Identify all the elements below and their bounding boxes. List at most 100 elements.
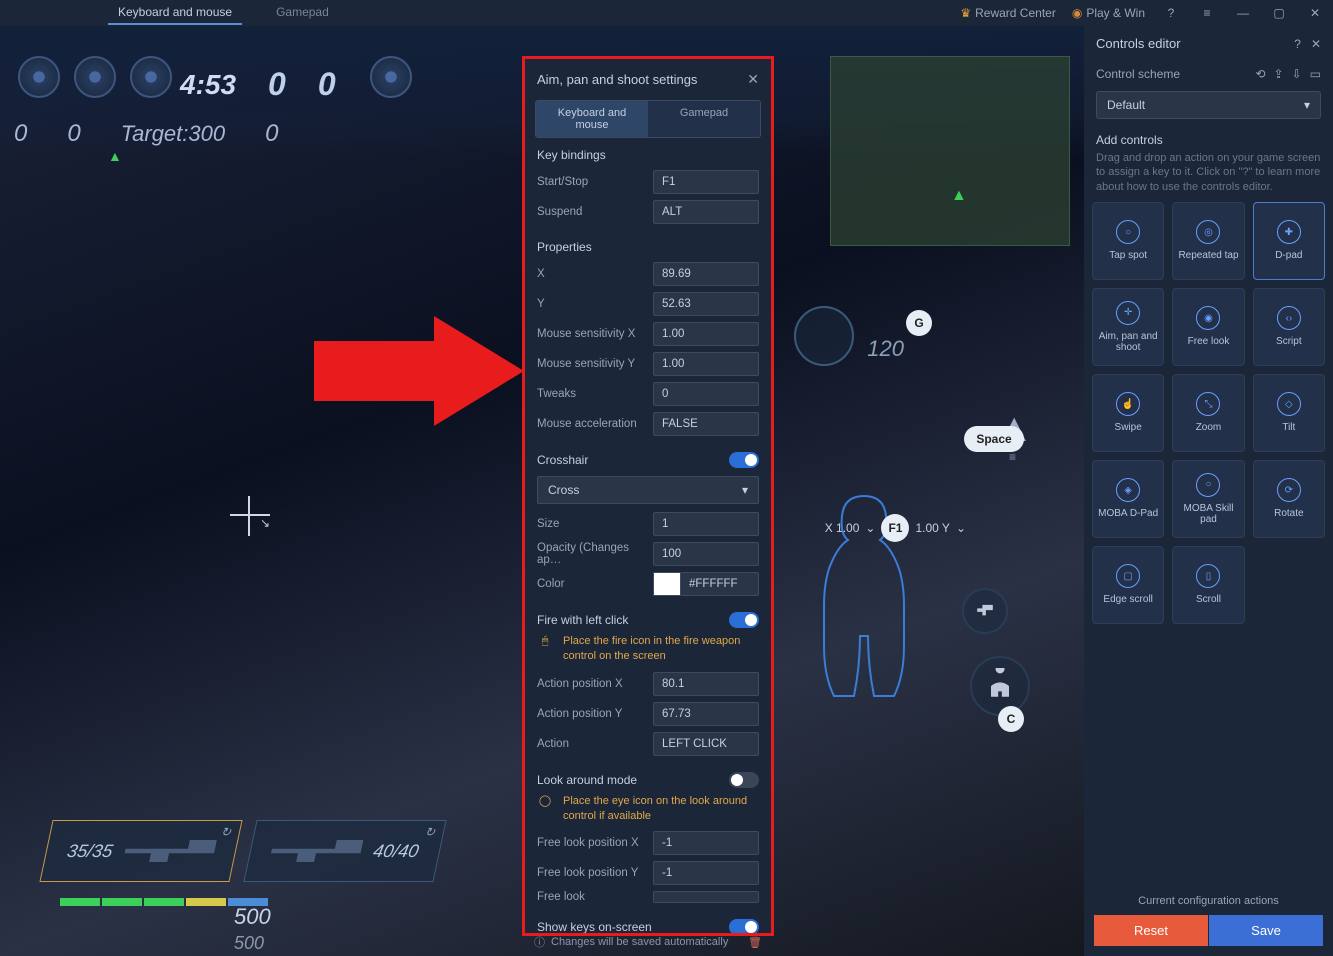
section-title: Properties xyxy=(537,240,759,254)
play-win-button[interactable]: ◉Play & Win xyxy=(1072,6,1145,20)
tile-repeated-tap[interactable]: ◎Repeated tap xyxy=(1172,202,1244,280)
folder-icon[interactable]: ▭ xyxy=(1310,67,1321,81)
action-pos-y-label: Action position Y xyxy=(537,708,645,720)
color-label: Color xyxy=(537,578,645,590)
game-button-circle[interactable] xyxy=(794,306,854,366)
save-button[interactable]: Save xyxy=(1209,915,1323,946)
tile-swipe[interactable]: ☝Swipe xyxy=(1092,374,1164,452)
mouse-sens-x-input[interactable]: 1.00 xyxy=(653,322,759,346)
crouch-button[interactable] xyxy=(970,656,1030,716)
scheme-select[interactable]: Default ▾ xyxy=(1096,91,1321,119)
tab-gamepad[interactable]: Gamepad xyxy=(266,1,339,25)
fire-toggle[interactable] xyxy=(729,612,759,628)
game-screen[interactable]: 4:53 0 0 0 0 Target:300 0 ▲ ↘ ▲ G 120 ▲ … xyxy=(0,26,1084,956)
tile-scroll[interactable]: ▯Scroll xyxy=(1172,546,1244,624)
menu-button[interactable]: ≡ xyxy=(1197,6,1217,20)
crosshair-type-select[interactable]: Cross▾ xyxy=(537,476,759,504)
tile-tap-spot[interactable]: ○Tap spot xyxy=(1092,202,1164,280)
tile-edge-scroll[interactable]: ▢Edge scroll xyxy=(1092,546,1164,624)
gun-icon xyxy=(269,840,364,862)
scheme-label: Control scheme xyxy=(1096,67,1255,81)
close-icon[interactable]: ✕ xyxy=(1311,37,1321,51)
crosshair-toggle[interactable] xyxy=(729,452,759,468)
action-pos-x-label: Action position X xyxy=(537,678,645,690)
chevron-down-icon: ▾ xyxy=(1304,98,1310,112)
tweaks-input[interactable]: 0 xyxy=(653,382,759,406)
add-controls-help: Drag and drop an action on your game scr… xyxy=(1084,151,1333,202)
size-input[interactable]: 1 xyxy=(653,512,759,536)
section-title: Crosshair xyxy=(537,453,729,467)
tile-dpad[interactable]: ✚D-pad xyxy=(1253,202,1325,280)
tile-tilt[interactable]: ◇Tilt xyxy=(1253,374,1325,452)
tile-free-look[interactable]: ◉Free look xyxy=(1172,288,1244,366)
aim-icon: ✛ xyxy=(1116,301,1140,325)
import-icon[interactable]: ⇩ xyxy=(1292,67,1302,81)
chevron-down-icon[interactable]: ⌄ xyxy=(865,521,875,535)
config-actions-label: Current configuration actions xyxy=(1094,895,1323,907)
team-score-left: 0 xyxy=(268,66,286,103)
start-stop-input[interactable]: F1 xyxy=(653,170,759,194)
modal-tab-keyboard[interactable]: Keyboard and mouse xyxy=(536,101,648,137)
size-label: Size xyxy=(537,518,645,530)
close-window-button[interactable]: ✕ xyxy=(1305,6,1325,20)
reset-button[interactable]: Reset xyxy=(1094,915,1208,946)
tile-zoom[interactable]: ⤡Zoom xyxy=(1172,374,1244,452)
footer-buttons: Reset Save xyxy=(1094,915,1323,946)
autosave-text: Changes will be saved automatically xyxy=(551,936,728,948)
modal-tab-gamepad[interactable]: Gamepad xyxy=(648,101,760,137)
minimize-button[interactable]: — xyxy=(1233,6,1253,20)
close-icon[interactable]: ✕ xyxy=(747,71,759,88)
section-keybindings: Key bindings Start/StopF1 SuspendALT xyxy=(525,138,771,224)
mouse-accel-label: Mouse acceleration xyxy=(537,418,645,430)
color-input[interactable]: #FFFFFF xyxy=(681,572,759,596)
titlebar-right: ♛Reward Center ◉Play & Win ? ≡ — ▢ ✕ xyxy=(960,6,1325,20)
aim-control-overlay[interactable]: X 1.00 ⌄ F1 1.00 Y ⌄ xyxy=(825,514,966,542)
chevron-down-icon[interactable]: ⌄ xyxy=(956,521,966,535)
stat-zero: 0 xyxy=(265,120,278,148)
action-pos-y-input[interactable]: 67.73 xyxy=(653,702,759,726)
color-swatch[interactable] xyxy=(653,572,681,596)
maximize-button[interactable]: ▢ xyxy=(1269,6,1289,20)
look-toggle[interactable] xyxy=(729,772,759,788)
tile-moba-dpad[interactable]: ◈MOBA D-Pad xyxy=(1092,460,1164,538)
opacity-input[interactable]: 100 xyxy=(653,542,759,566)
sync-icon[interactable]: ⟲ xyxy=(1255,67,1265,81)
action-input[interactable]: LEFT CLICK xyxy=(653,732,759,756)
crosshair-type-value: Cross xyxy=(548,483,579,497)
tile-label: MOBA Skill pad xyxy=(1177,503,1239,525)
freelook-y-input[interactable]: -1 xyxy=(653,861,759,885)
help-icon[interactable]: ? xyxy=(1294,37,1301,51)
y-input[interactable]: 52.63 xyxy=(653,292,759,316)
autosave-note: ⓘ Changes will be saved automatically 🗑 xyxy=(524,928,772,956)
tile-label: Tap spot xyxy=(1109,250,1147,261)
tile-label: Swipe xyxy=(1115,422,1142,433)
tab-keyboard-mouse[interactable]: Keyboard and mouse xyxy=(108,1,242,25)
tile-aim-pan-shoot[interactable]: ✛Aim, pan and shoot xyxy=(1092,288,1164,366)
weapon-slot-2[interactable]: 40/40 ↻ xyxy=(243,820,446,882)
crown-icon: ♛ xyxy=(960,6,971,20)
weapon-slot-1[interactable]: 35/35 ↻ xyxy=(39,820,242,882)
minimap-player-icon: ▲ xyxy=(951,187,967,205)
action-pos-x-input[interactable]: 80.1 xyxy=(653,672,759,696)
reward-center-button[interactable]: ♛Reward Center xyxy=(960,6,1055,20)
shoot-button[interactable] xyxy=(962,588,1008,634)
freelook-y-label: Free look position Y xyxy=(537,867,645,879)
player-icons-row xyxy=(18,56,172,98)
mouse-accel-input[interactable]: FALSE xyxy=(653,412,759,436)
help-button[interactable]: ? xyxy=(1161,6,1181,20)
tile-script[interactable]: ‹›Script xyxy=(1253,288,1325,366)
tile-rotate[interactable]: ⟳Rotate xyxy=(1253,460,1325,538)
tile-label: D-pad xyxy=(1275,250,1302,261)
suspend-input[interactable]: ALT xyxy=(653,200,759,224)
export-icon[interactable]: ⇪ xyxy=(1274,67,1284,81)
freelook-input[interactable] xyxy=(653,891,759,903)
x-input[interactable]: 89.69 xyxy=(653,262,759,286)
coin-icon: ◉ xyxy=(1072,6,1082,20)
trash-icon[interactable]: 🗑 xyxy=(748,936,762,949)
aim-x-label: X 1.00 xyxy=(825,521,860,535)
mouse-sens-y-input[interactable]: 1.00 xyxy=(653,352,759,376)
tile-moba-skill[interactable]: ○MOBA Skill pad xyxy=(1172,460,1244,538)
player-icon xyxy=(130,56,172,98)
freelook-x-input[interactable]: -1 xyxy=(653,831,759,855)
key-badge-g: G xyxy=(906,310,932,336)
